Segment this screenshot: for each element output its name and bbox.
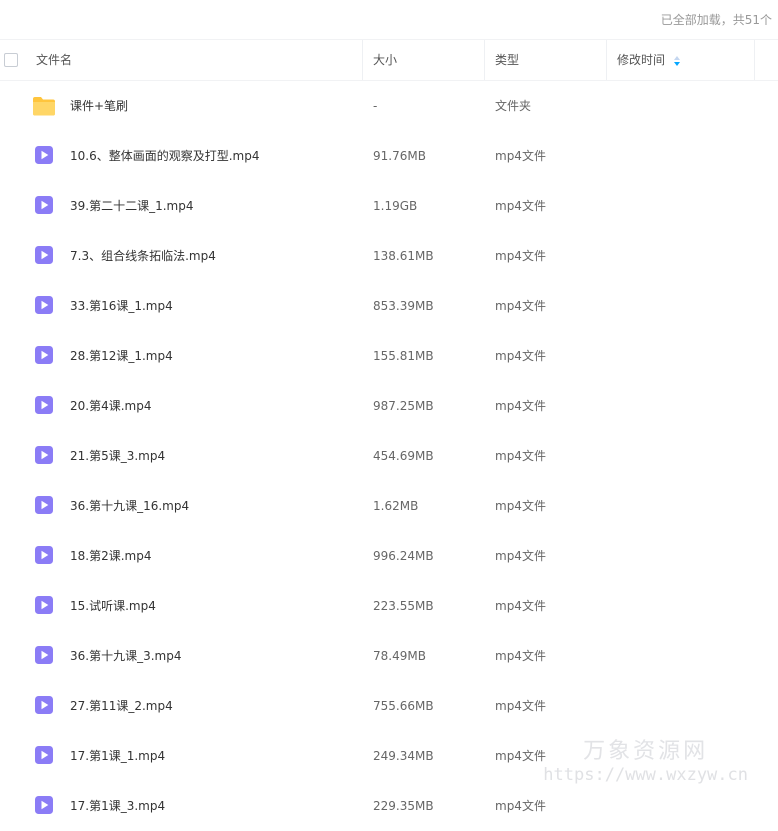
file-row[interactable]: 15.试听课.mp4 223.55MB mp4文件	[0, 581, 778, 631]
file-row[interactable]: 36.第十九课_3.mp4 78.49MB mp4文件	[0, 631, 778, 681]
file-type: mp4文件	[495, 449, 546, 463]
file-type: mp4文件	[495, 199, 546, 213]
file-name[interactable]: 17.第1课_3.mp4	[70, 781, 165, 831]
column-divider	[484, 40, 485, 80]
file-row[interactable]: 33.第16课_1.mp4 853.39MB mp4文件	[0, 281, 778, 331]
video-file-icon	[34, 595, 54, 615]
file-name[interactable]: 课件+笔刷	[70, 81, 128, 131]
file-size: 853.39MB	[373, 299, 434, 313]
file-size: 223.55MB	[373, 599, 434, 613]
file-size: 987.25MB	[373, 399, 434, 413]
column-divider	[606, 40, 607, 80]
file-type: mp4文件	[495, 649, 546, 663]
file-row[interactable]: 20.第4课.mp4 987.25MB mp4文件	[0, 381, 778, 431]
file-row[interactable]: 课件+笔刷 - 文件夹	[0, 81, 778, 131]
column-header-modified-label: 修改时间	[617, 53, 666, 67]
file-row[interactable]: 39.第二十二课_1.mp4 1.19GB mp4文件	[0, 181, 778, 231]
file-size: 454.69MB	[373, 449, 434, 463]
video-file-icon	[34, 295, 54, 315]
file-name[interactable]: 15.试听课.mp4	[70, 581, 156, 631]
file-type: 文件夹	[495, 99, 532, 113]
file-name[interactable]: 33.第16课_1.mp4	[70, 281, 173, 331]
file-name[interactable]: 20.第4课.mp4	[70, 381, 151, 431]
video-file-icon	[34, 495, 54, 515]
file-size: 138.61MB	[373, 249, 434, 263]
file-list: 课件+笔刷 - 文件夹 10.6、整体画面的观察及打型.mp4 91.76MB mp4文件…	[0, 81, 778, 831]
file-name[interactable]: 17.第1课_1.mp4	[70, 731, 165, 781]
file-row[interactable]: 7.3、组合线条拓临法.mp4 138.61MB mp4文件	[0, 231, 778, 281]
file-size: 229.35MB	[373, 799, 434, 813]
sort-icon[interactable]	[674, 55, 681, 66]
video-file-icon	[34, 395, 54, 415]
file-row[interactable]: 17.第1课_3.mp4 229.35MB mp4文件	[0, 781, 778, 831]
file-size: 78.49MB	[373, 649, 426, 663]
file-list-header: 文件名 大小 类型 修改时间	[0, 39, 778, 81]
file-type: mp4文件	[495, 549, 546, 563]
file-size: 996.24MB	[373, 549, 434, 563]
file-name[interactable]: 18.第2课.mp4	[70, 531, 151, 581]
file-row[interactable]: 27.第11课_2.mp4 755.66MB mp4文件	[0, 681, 778, 731]
file-size: -	[373, 99, 378, 113]
file-size: 1.19GB	[373, 199, 418, 213]
file-row[interactable]: 28.第12课_1.mp4 155.81MB mp4文件	[0, 331, 778, 381]
file-name[interactable]: 10.6、整体画面的观察及打型.mp4	[70, 131, 259, 181]
video-file-icon	[34, 695, 54, 715]
top-bar: 已全部加载，共51个	[0, 0, 778, 39]
file-row[interactable]: 18.第2课.mp4 996.24MB mp4文件	[0, 531, 778, 581]
column-header-size[interactable]: 大小	[373, 40, 397, 80]
file-size: 91.76MB	[373, 149, 426, 163]
file-type: mp4文件	[495, 599, 546, 613]
video-file-icon	[34, 745, 54, 765]
column-header-name[interactable]: 文件名	[36, 40, 72, 80]
file-type: mp4文件	[495, 149, 546, 163]
load-status: 已全部加载，共51个	[660, 13, 772, 27]
file-name[interactable]: 36.第十九课_3.mp4	[70, 631, 181, 681]
watermark-title: 万象资源网	[583, 739, 709, 764]
file-name[interactable]: 21.第5课_3.mp4	[70, 431, 165, 481]
file-type: mp4文件	[495, 499, 546, 513]
file-type: mp4文件	[495, 249, 546, 263]
file-name[interactable]: 39.第二十二课_1.mp4	[70, 181, 193, 231]
file-type: mp4文件	[495, 399, 546, 413]
file-name[interactable]: 28.第12课_1.mp4	[70, 331, 173, 381]
file-type: mp4文件	[495, 799, 546, 813]
video-file-icon	[34, 795, 54, 815]
watermark-url: https://www.wxzyw.cn	[543, 765, 748, 785]
video-file-icon	[34, 445, 54, 465]
video-file-icon	[34, 245, 54, 265]
video-file-icon	[34, 645, 54, 665]
file-size: 155.81MB	[373, 349, 434, 363]
file-name[interactable]: 27.第11课_2.mp4	[70, 681, 173, 731]
select-all-checkbox[interactable]	[4, 53, 18, 67]
file-row[interactable]: 10.6、整体画面的观察及打型.mp4 91.76MB mp4文件	[0, 131, 778, 181]
file-type: mp4文件	[495, 749, 546, 763]
file-size: 249.34MB	[373, 749, 434, 763]
file-name[interactable]: 7.3、组合线条拓临法.mp4	[70, 231, 216, 281]
file-size: 755.66MB	[373, 699, 434, 713]
video-file-icon	[34, 195, 54, 215]
column-divider	[362, 40, 363, 80]
file-type: mp4文件	[495, 299, 546, 313]
watermark: 万象资源网 https://www.wxzyw.cn	[543, 733, 748, 785]
video-file-icon	[34, 145, 54, 165]
column-header-modified[interactable]: 修改时间	[617, 40, 681, 80]
column-header-type[interactable]: 类型	[495, 40, 519, 80]
file-type: mp4文件	[495, 349, 546, 363]
file-size: 1.62MB	[373, 499, 419, 513]
folder-icon	[32, 96, 56, 116]
file-row[interactable]: 21.第5课_3.mp4 454.69MB mp4文件	[0, 431, 778, 481]
file-type: mp4文件	[495, 699, 546, 713]
file-name[interactable]: 36.第十九课_16.mp4	[70, 481, 189, 531]
column-divider	[754, 40, 755, 80]
file-row[interactable]: 36.第十九课_16.mp4 1.62MB mp4文件	[0, 481, 778, 531]
video-file-icon	[34, 345, 54, 365]
video-file-icon	[34, 545, 54, 565]
